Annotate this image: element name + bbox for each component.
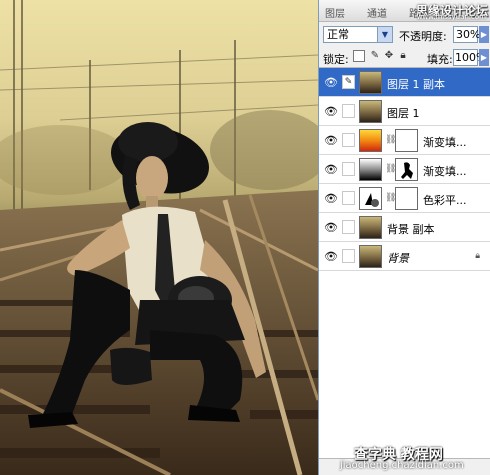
photo-illustration bbox=[0, 0, 318, 475]
layer-name: 背景 bbox=[387, 252, 409, 265]
lock-icon: 🔒︎ bbox=[475, 251, 480, 261]
watermark-bottom-url: jiaocheng.chazidian.com bbox=[340, 460, 464, 471]
fill-slider-arrow-icon[interactable]: ▶ bbox=[479, 49, 489, 66]
opacity-label: 不透明度: bbox=[399, 30, 447, 43]
layer-mask-thumbnail bbox=[395, 129, 418, 152]
chain-link-icon: ⛓︎ bbox=[385, 135, 397, 145]
tab-channels[interactable]: 通道 bbox=[367, 5, 407, 20]
opacity-slider-arrow-icon[interactable]: ▶ bbox=[479, 26, 489, 43]
mask-figure-icon bbox=[401, 162, 413, 179]
link-box[interactable] bbox=[342, 104, 355, 118]
blend-row: 正常 ▼ 不透明度: 30% ▶ bbox=[319, 22, 490, 46]
fill-input[interactable]: 100% bbox=[453, 49, 486, 66]
layer-thumbnail bbox=[359, 100, 382, 123]
adjustment-layer-icon bbox=[359, 187, 382, 210]
layer-name: 色彩平... bbox=[423, 194, 467, 207]
opacity-input[interactable]: 30% bbox=[453, 26, 480, 43]
chain-link-icon: ⛓︎ bbox=[385, 193, 397, 203]
layer-name: 背景 副本 bbox=[387, 223, 435, 236]
lock-label: 锁定: bbox=[323, 53, 349, 66]
eye-visibility-icon[interactable]: 👁︎ bbox=[323, 134, 339, 147]
layer-row[interactable]: 👁︎ 背景 🔒︎ bbox=[319, 242, 490, 271]
blend-mode-value: 正常 bbox=[327, 28, 349, 41]
layer-row[interactable]: 👁︎ ⛓︎ 渐变填... bbox=[319, 155, 490, 184]
lock-image-pixels-brush-icon[interactable]: ✎ bbox=[369, 50, 381, 62]
eye-visibility-icon[interactable]: 👁︎ bbox=[323, 163, 339, 176]
tab-layers[interactable]: 图层 bbox=[325, 5, 361, 20]
link-box[interactable] bbox=[342, 133, 355, 147]
chevron-down-icon: ▼ bbox=[377, 27, 392, 42]
gradient-fill-thumbnail bbox=[359, 158, 382, 181]
lock-position-move-icon[interactable]: ✥ bbox=[383, 50, 395, 62]
color-balance-icon bbox=[365, 193, 379, 207]
layer-name: 渐变填... bbox=[423, 165, 467, 178]
lock-row: 锁定: ✎ ✥ 🔒︎ 填充: 100% ▶ bbox=[319, 46, 490, 68]
eye-visibility-icon[interactable]: 👁︎ bbox=[323, 192, 339, 205]
layers-panel: 图层 通道 路径 思缘设计论坛 www.missyuan.com 正常 ▼ 不透… bbox=[318, 0, 490, 475]
eye-visibility-icon[interactable]: 👁︎ bbox=[323, 76, 339, 89]
link-box[interactable] bbox=[342, 191, 355, 205]
canvas-photo bbox=[0, 0, 318, 475]
eye-visibility-icon[interactable]: 👁︎ bbox=[323, 105, 339, 118]
watermark-url: www.missyuan.com bbox=[416, 13, 486, 21]
link-box[interactable] bbox=[342, 249, 355, 263]
layer-thumbnail bbox=[359, 216, 382, 239]
layer-row[interactable]: 👁︎ ✎ 图层 1 副本 bbox=[319, 68, 490, 97]
gradient-fill-thumbnail bbox=[359, 129, 382, 152]
layer-mask-thumbnail bbox=[395, 158, 418, 181]
layer-row[interactable]: 👁︎ 图层 1 bbox=[319, 97, 490, 126]
layer-name: 渐变填... bbox=[423, 136, 467, 149]
layer-row[interactable]: 👁︎ ⛓︎ 色彩平... bbox=[319, 184, 490, 213]
lock-transparent-pixels-icon[interactable] bbox=[353, 50, 365, 62]
layer-thumbnail bbox=[359, 71, 382, 94]
chain-link-icon: ⛓︎ bbox=[385, 164, 397, 174]
brush-edit-icon[interactable]: ✎ bbox=[342, 75, 355, 89]
panel-tab-bar: 图层 通道 路径 思缘设计论坛 www.missyuan.com bbox=[319, 0, 490, 22]
lock-all-icon[interactable]: 🔒︎ bbox=[397, 50, 409, 62]
layer-name: 图层 1 bbox=[387, 107, 420, 120]
layer-row[interactable]: 👁︎ ⛓︎ 渐变填... bbox=[319, 126, 490, 155]
layer-mask-thumbnail bbox=[395, 187, 418, 210]
eye-visibility-icon[interactable]: 👁︎ bbox=[323, 250, 339, 263]
layer-row[interactable]: 👁︎ 背景 副本 bbox=[319, 213, 490, 242]
blend-mode-select[interactable]: 正常 ▼ bbox=[323, 26, 393, 43]
link-box[interactable] bbox=[342, 162, 355, 176]
layer-name: 图层 1 副本 bbox=[387, 78, 445, 91]
eye-visibility-icon[interactable]: 👁︎ bbox=[323, 221, 339, 234]
fill-label: 填充: bbox=[427, 53, 453, 66]
link-box[interactable] bbox=[342, 220, 355, 234]
layer-list: 👁︎ ✎ 图层 1 副本 👁︎ 图层 1 👁︎ ⛓︎ 渐变填... 👁︎ ⛓︎ bbox=[319, 68, 490, 458]
layer-thumbnail bbox=[359, 245, 382, 268]
